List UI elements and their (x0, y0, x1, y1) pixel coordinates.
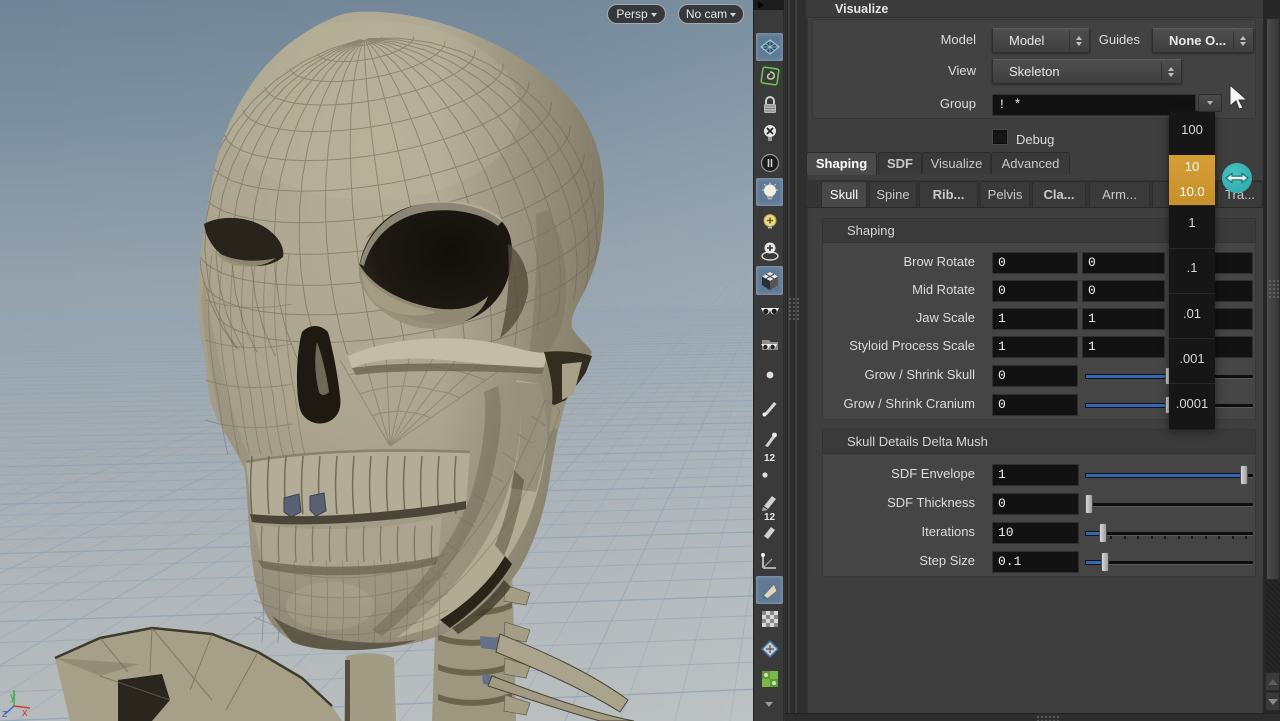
svg-text:z: z (2, 708, 8, 720)
svg-text:x: x (22, 707, 28, 719)
svg-text:y: y (10, 691, 16, 703)
